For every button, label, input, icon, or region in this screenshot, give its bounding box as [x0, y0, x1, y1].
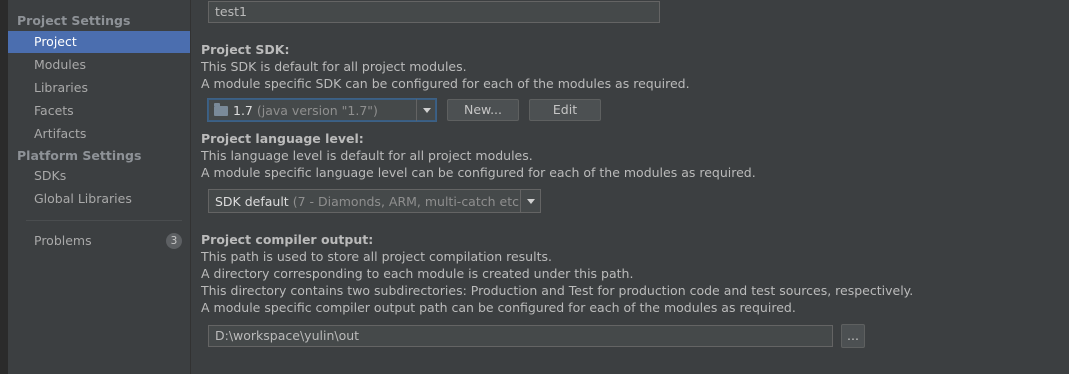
- chevron-down-icon[interactable]: [520, 190, 540, 212]
- project-name-field[interactable]: test1: [208, 1, 660, 23]
- chevron-down-icon[interactable]: [416, 99, 436, 121]
- sidebar-item-libraries[interactable]: Libraries: [8, 77, 190, 99]
- sidebar-item-sdks[interactable]: SDKs: [8, 165, 190, 187]
- sidebar-separator: [26, 220, 182, 221]
- sidebar-item-problems[interactable]: Problems 3: [8, 230, 190, 252]
- sidebar-item-facets[interactable]: Facets: [8, 100, 190, 122]
- compiler-output-desc-4: A module specific compiler output path c…: [201, 300, 796, 315]
- sidebar-item-modules[interactable]: Modules: [8, 54, 190, 76]
- project-sdk-desc-2: A module specific SDK can be configured …: [201, 76, 690, 91]
- platform-settings-title: Platform Settings: [17, 148, 142, 163]
- compiler-output-desc-2: A directory corresponding to each module…: [201, 266, 634, 281]
- sdk-version: 1.7: [233, 102, 253, 118]
- folder-icon: [214, 102, 228, 116]
- problems-count-badge: 3: [166, 233, 182, 249]
- sidebar-item-artifacts[interactable]: Artifacts: [8, 123, 190, 145]
- compiler-output-desc-1: This path is used to store all project c…: [201, 249, 552, 264]
- compiler-output-desc-3: This directory contains two subdirectori…: [201, 283, 914, 298]
- project-sdk-selected: 1.7 (java version "1.7"): [208, 102, 416, 118]
- problems-label: Problems: [34, 233, 92, 248]
- browse-button[interactable]: ...: [841, 324, 865, 348]
- project-sdk-title: Project SDK:: [201, 42, 290, 57]
- sidebar-item-project[interactable]: Project: [8, 31, 190, 53]
- project-sdk-dropdown[interactable]: 1.7 (java version "1.7"): [207, 98, 437, 122]
- compiler-output-title: Project compiler output:: [201, 232, 374, 247]
- language-level-value: SDK default: [215, 193, 289, 209]
- language-level-title: Project language level:: [201, 131, 364, 146]
- project-settings-title: Project Settings: [17, 13, 131, 28]
- language-level-detail: (7 - Diamonds, ARM, multi-catch etc.): [292, 193, 520, 209]
- language-level-dropdown[interactable]: SDK default (7 - Diamonds, ARM, multi-ca…: [208, 189, 541, 213]
- new-sdk-button[interactable]: New...: [447, 99, 519, 121]
- project-settings-panel: test1 Project SDK: This SDK is default f…: [191, 0, 1069, 374]
- sidebar-item-global-libraries[interactable]: Global Libraries: [8, 188, 190, 210]
- language-level-desc-1: This language level is default for all p…: [201, 148, 533, 163]
- compiler-output-path-field[interactable]: D:\workspace\yulin\out: [208, 325, 833, 347]
- language-level-desc-2: A module specific language level can be …: [201, 165, 756, 180]
- project-sdk-desc-1: This SDK is default for all project modu…: [201, 59, 467, 74]
- edit-sdk-button[interactable]: Edit: [529, 99, 601, 121]
- language-level-selected: SDK default (7 - Diamonds, ARM, multi-ca…: [209, 194, 520, 209]
- settings-sidebar: Project Settings Project Modules Librari…: [8, 0, 191, 374]
- sdk-version-detail: (java version "1.7"): [256, 102, 378, 118]
